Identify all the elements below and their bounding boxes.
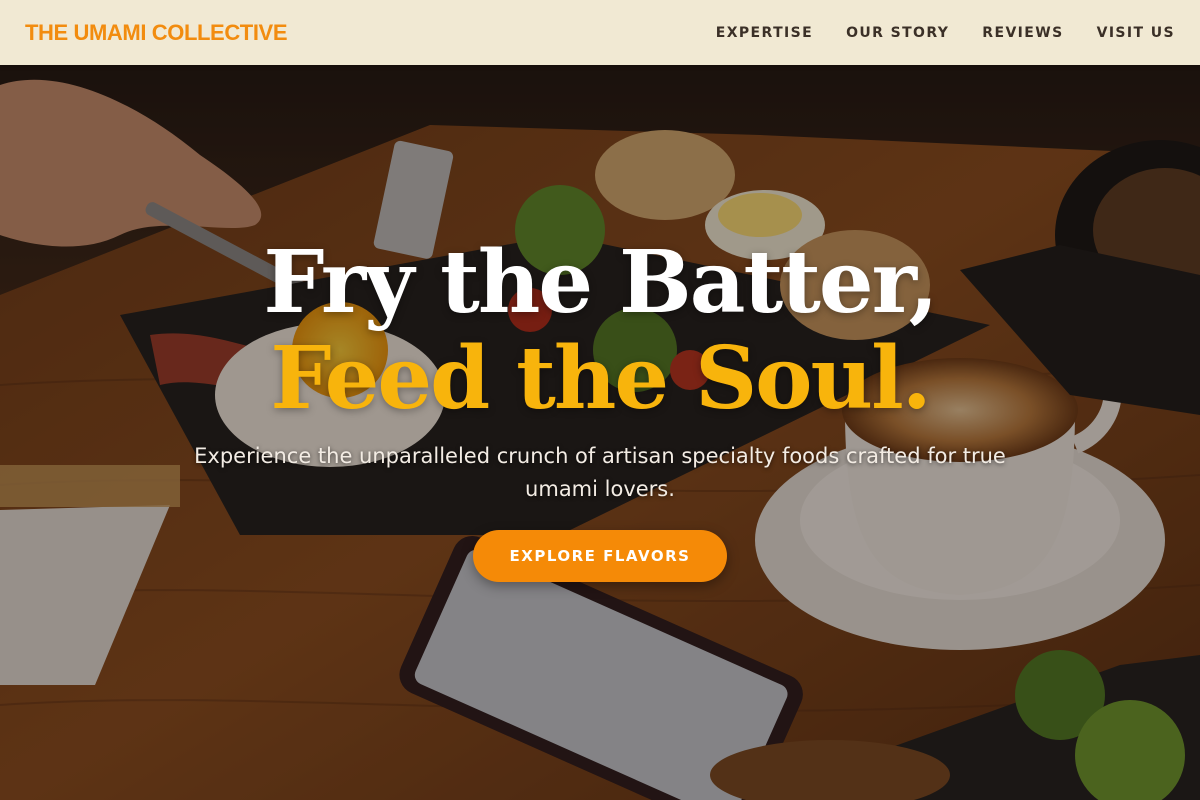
hero-section: Fry the Batter, Feed the Soul. Experienc… <box>0 65 1200 800</box>
brand-logo[interactable]: THE UMAMI COLLECTIVE <box>25 20 288 46</box>
nav-link-our-story[interactable]: OUR STORY <box>846 25 949 41</box>
top-navbar: THE UMAMI COLLECTIVE EXPERTISE OUR STORY… <box>0 0 1200 65</box>
explore-flavors-button[interactable]: EXPLORE FLAVORS <box>473 530 727 582</box>
hero-headline-line2: Feed the Soul. <box>270 328 931 429</box>
nav-link-expertise[interactable]: EXPERTISE <box>716 25 813 41</box>
hero-subtext: Experience the unparalleled crunch of ar… <box>194 444 1006 501</box>
hero-headline-line1: Fry the Batter, <box>263 232 938 333</box>
nav-link-visit-us[interactable]: VISIT US <box>1097 25 1175 41</box>
nav-link-reviews[interactable]: REVIEWS <box>982 25 1063 41</box>
hero-content: Fry the Batter, Feed the Soul. Experienc… <box>0 65 1200 800</box>
nav-links: EXPERTISE OUR STORY REVIEWS VISIT US <box>716 25 1175 41</box>
